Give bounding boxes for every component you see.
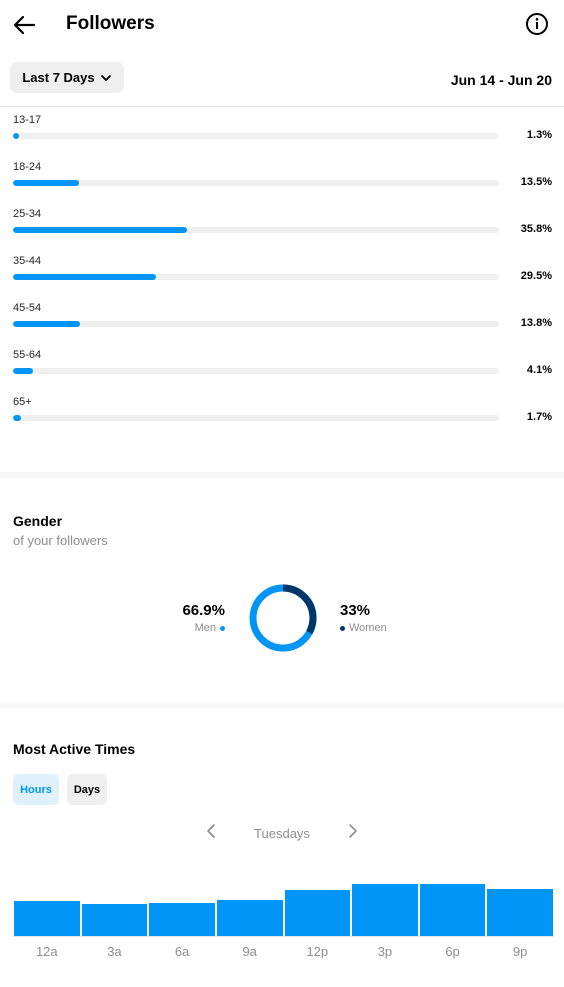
active-times-title: Most Active Times: [13, 741, 136, 757]
x-tick-label: 9a: [242, 944, 257, 959]
section-separator: [0, 702, 564, 708]
date-range-text: Jun 14 - Jun 20: [450, 72, 552, 88]
chevron-left-icon[interactable]: [204, 823, 220, 839]
age-range-label: 45-54: [13, 302, 42, 314]
divider: [0, 106, 564, 107]
age-bar-track: [13, 133, 499, 139]
age-bar-fill: [13, 133, 20, 139]
tab-days[interactable]: Days: [67, 774, 107, 805]
active-bar-6p: [419, 884, 486, 936]
women-label: Women: [349, 622, 387, 634]
age-range-label: 18-24: [13, 161, 42, 173]
header: Followers: [0, 0, 564, 50]
men-label: Men: [194, 622, 216, 634]
age-range-label: 55-64: [13, 349, 42, 361]
info-circle-icon[interactable]: [525, 12, 549, 36]
age-row: 55-64 4.1%: [0, 349, 564, 396]
active-bar-3a: [81, 904, 148, 936]
gender-subtitle: of your followers: [13, 533, 108, 548]
date-range-dropdown[interactable]: Last 7 Days: [10, 62, 124, 93]
x-tick-label: 9p: [512, 944, 528, 959]
age-percent: 1.3%: [526, 129, 552, 141]
x-tick-label: 12a: [35, 944, 58, 959]
age-range-label: 13-17: [13, 114, 42, 126]
age-row: 65+ 1.7%: [0, 396, 564, 443]
chevron-down-icon: [100, 74, 111, 81]
age-row: 45-54 13.8%: [0, 302, 564, 349]
age-bar-track: [13, 321, 499, 327]
active-bar-3p: [352, 884, 418, 936]
active-bar-12p: [284, 890, 351, 936]
age-bar-track: [13, 274, 499, 280]
day-selector-label: Tuesdays: [254, 826, 310, 841]
arrow-left-icon[interactable]: [10, 10, 40, 40]
x-tick-label: 6a: [174, 944, 190, 959]
active-bar-9p: [487, 888, 553, 936]
women-dot: [340, 625, 345, 631]
x-tick-label: 12p: [306, 944, 329, 959]
men-dot: [220, 625, 225, 631]
x-tick-label: 3a: [107, 944, 122, 959]
age-percent: 35.8%: [520, 223, 552, 235]
age-bar-track: [13, 180, 499, 186]
age-bar-fill: [13, 227, 187, 233]
age-bar-track: [13, 227, 499, 233]
age-row: 13-17 1.3%: [0, 114, 564, 161]
age-bar-fill: [13, 415, 22, 421]
active-bar-9a: [216, 900, 283, 936]
age-percent: 13.5%: [520, 176, 552, 188]
age-percent: 29.5%: [520, 270, 552, 282]
active-bar-6a: [149, 902, 215, 936]
age-bar-fill: [13, 274, 157, 280]
age-row: 35-44 29.5%: [0, 255, 564, 302]
age-percent: 4.1%: [526, 364, 552, 376]
age-bar-fill: [13, 321, 81, 327]
tab-hours[interactable]: Hours: [13, 774, 59, 805]
active-times-chart: 12a 3a 6a 9a 12p 3p 6p 9p: [13, 860, 554, 960]
x-tick-label: 3p: [377, 944, 393, 959]
active-bar-12a: [14, 901, 80, 936]
x-tick-label: 6p: [445, 944, 460, 959]
age-bar-fill: [13, 180, 79, 186]
gender-title: Gender: [13, 513, 63, 529]
age-percent: 13.8%: [520, 317, 552, 329]
age-bar-fill: [13, 368, 33, 374]
page-title: Followers: [66, 13, 155, 34]
chart-baseline: [13, 936, 554, 937]
section-separator: [0, 472, 564, 478]
age-bar-track: [13, 415, 499, 421]
women-stat: 33% Women: [340, 602, 387, 634]
age-row: 18-24 13.5%: [0, 161, 564, 208]
gender-donut-chart: [249, 584, 317, 652]
age-range-label: 65+: [13, 396, 32, 408]
age-row: 25-34 35.8%: [0, 208, 564, 255]
chevron-right-icon[interactable]: [344, 823, 360, 839]
women-percent: 33%: [340, 602, 371, 619]
men-stat: 66.9% Men: [182, 602, 225, 634]
age-bar-track: [13, 368, 499, 374]
date-range-label: Last 7 Days: [22, 70, 95, 85]
age-percent: 1.7%: [526, 411, 552, 423]
age-range-label: 35-44: [13, 255, 42, 267]
men-percent: 66.9%: [182, 602, 225, 619]
age-range-label: 25-34: [13, 208, 42, 220]
